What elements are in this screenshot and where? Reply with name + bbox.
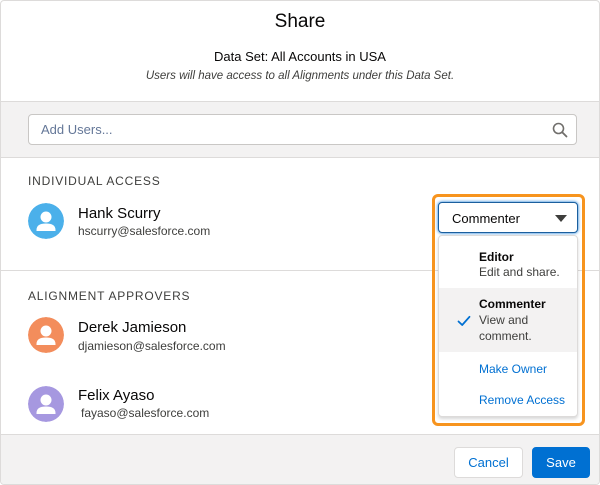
user-name: Hank Scurry bbox=[78, 205, 161, 222]
option-description: Edit and share. bbox=[479, 265, 560, 279]
save-button[interactable]: Save bbox=[532, 447, 590, 478]
user-icon bbox=[28, 317, 64, 353]
alignment-approvers-heading: ALIGNMENT APPROVERS bbox=[28, 289, 191, 303]
user-icon bbox=[28, 386, 64, 422]
access-level-menu: Editor Edit and share. Commenter View an… bbox=[438, 235, 578, 417]
cancel-button[interactable]: Cancel bbox=[454, 447, 523, 478]
search-bar bbox=[1, 102, 599, 158]
modal-title: Share bbox=[274, 11, 326, 32]
user-name: Felix Ayaso bbox=[78, 387, 155, 404]
option-description: View and comment. bbox=[479, 313, 532, 343]
user-email: djamieson@salesforce.com bbox=[78, 339, 226, 353]
selected-access-value: Commenter bbox=[452, 211, 520, 226]
data-set-label: Data Set: All Accounts in USA bbox=[214, 49, 386, 64]
user-email: fayaso@salesforce.com bbox=[81, 406, 210, 420]
search-icon[interactable] bbox=[552, 122, 568, 138]
caret-down-icon bbox=[555, 215, 567, 222]
avatar bbox=[28, 386, 64, 422]
add-users-input[interactable] bbox=[41, 122, 541, 137]
user-icon bbox=[28, 203, 64, 239]
menu-action-remove-access[interactable]: Remove Access bbox=[439, 386, 577, 416]
menu-option-editor[interactable]: Editor Edit and share. bbox=[439, 236, 577, 288]
check-icon bbox=[457, 315, 471, 326]
individual-access-heading: INDIVIDUAL ACCESS bbox=[28, 174, 161, 188]
modal-footer: Cancel Save bbox=[1, 434, 599, 484]
menu-option-commenter[interactable]: Commenter View and comment. bbox=[439, 288, 577, 352]
remove-access-link[interactable]: Remove Access bbox=[479, 393, 565, 407]
option-title: Commenter bbox=[479, 297, 546, 311]
share-modal: Share Data Set: All Accounts in USA User… bbox=[0, 0, 600, 485]
user-email: hscurry@salesforce.com bbox=[78, 224, 211, 238]
make-owner-link[interactable]: Make Owner bbox=[479, 362, 547, 376]
access-description: Users will have access to all Alignments… bbox=[145, 70, 455, 82]
option-title: Editor bbox=[479, 250, 514, 264]
user-name: Derek Jamieson bbox=[78, 319, 187, 336]
avatar bbox=[28, 203, 64, 239]
search-box bbox=[28, 114, 577, 145]
modal-header: Share Data Set: All Accounts in USA User… bbox=[1, 1, 599, 102]
avatar bbox=[28, 317, 64, 353]
menu-action-make-owner[interactable]: Make Owner bbox=[439, 354, 577, 384]
access-level-combobox[interactable]: Commenter bbox=[438, 202, 578, 233]
